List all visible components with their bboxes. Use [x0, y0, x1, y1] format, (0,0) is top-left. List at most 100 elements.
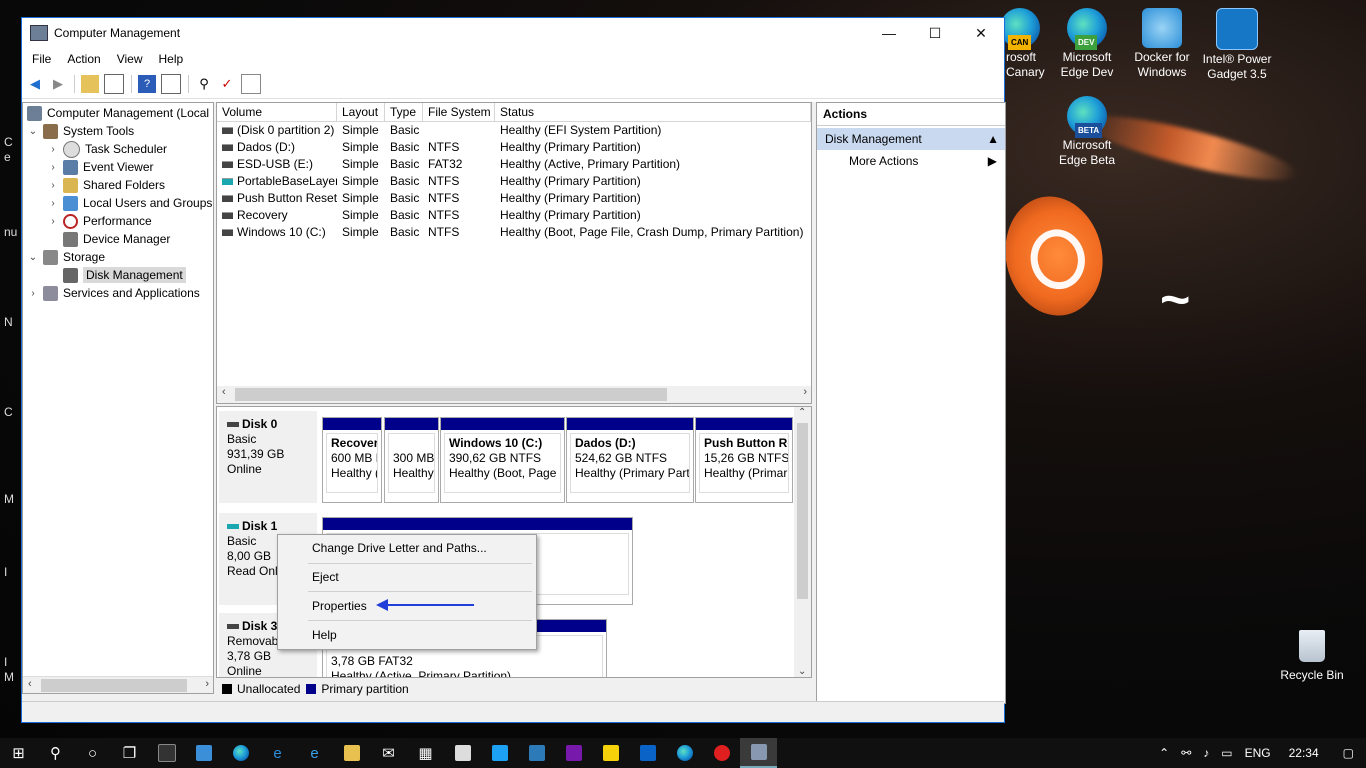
column-layout[interactable]: Layout — [337, 103, 385, 121]
tree-item-disk-management[interactable]: Disk Management — [63, 266, 186, 284]
maximize-button[interactable]: ☐ — [912, 18, 958, 48]
tree-item-performance[interactable]: › Performance — [47, 212, 152, 230]
up-folder-icon[interactable] — [81, 75, 99, 93]
scroll-left-icon[interactable]: ‹ — [222, 386, 226, 398]
tree-item-local-users[interactable]: › Local Users and Groups — [47, 194, 212, 212]
table-row[interactable]: ESD-USB (E:) Simple Basic FAT32 Healthy … — [217, 156, 811, 173]
tree-item-services[interactable]: › Services and Applications — [27, 284, 200, 302]
outlook-icon[interactable] — [629, 738, 666, 768]
back-icon[interactable]: ◀ — [26, 75, 44, 93]
desktop-icon-intel-power-gadget[interactable]: Intel® Power Gadget 3.5 — [1197, 8, 1277, 82]
calendar-icon[interactable]: ▦ — [407, 738, 444, 768]
show-hide-tree-icon[interactable] — [104, 74, 124, 94]
onenote-icon[interactable] — [555, 738, 592, 768]
column-file-system[interactable]: File System — [423, 103, 495, 121]
title-bar[interactable]: Computer Management — ☐ ✕ — [22, 18, 1004, 48]
table-row[interactable]: (Disk 0 partition 2) Simple Basic Health… — [217, 122, 811, 139]
tree-horizontal-scrollbar[interactable]: ‹ › — [23, 676, 213, 693]
disk-0-label[interactable]: Disk 0 Basic 931,39 GB Online — [219, 411, 317, 503]
scroll-thumb[interactable] — [235, 388, 667, 401]
connect-icon[interactable]: ⚲ — [195, 75, 213, 93]
menu-item-change-drive-letter[interactable]: Change Drive Letter and Paths... — [312, 541, 487, 555]
menu-view[interactable]: View — [109, 52, 151, 66]
chevron-right-icon[interactable]: › — [47, 198, 59, 209]
internet-explorer-icon[interactable]: e — [296, 738, 333, 768]
start-button[interactable]: ⊞ — [0, 738, 37, 768]
column-status[interactable]: Status — [495, 103, 811, 121]
scroll-thumb[interactable] — [797, 423, 808, 599]
chevron-right-icon[interactable]: › — [47, 180, 59, 191]
forward-icon[interactable]: ▶ — [49, 75, 67, 93]
menu-action[interactable]: Action — [59, 52, 108, 66]
edge-canary-taskbar-icon[interactable] — [222, 738, 259, 768]
partition-windows-c[interactable]: Windows 10 (C:) 390,62 GB NTFS Healthy (Bo… — [440, 417, 565, 503]
table-row[interactable]: Dados (D:) Simple Basic NTFS Healthy (Pr… — [217, 139, 811, 156]
scroll-right-icon[interactable]: › — [803, 386, 807, 398]
app-icon[interactable] — [185, 738, 222, 768]
menu-file[interactable]: File — [24, 52, 59, 66]
chevron-right-icon[interactable]: › — [47, 144, 59, 155]
menu-item-eject[interactable]: Eject — [312, 570, 339, 584]
network-icon[interactable]: ⚯ — [1175, 746, 1197, 760]
tree-item-system-tools[interactable]: ⌄ System Tools — [27, 122, 134, 140]
checklist-icon[interactable]: ✓ — [218, 75, 236, 93]
language-indicator[interactable]: ENG — [1239, 746, 1277, 760]
scroll-thumb[interactable] — [41, 679, 187, 692]
search-icon[interactable]: ⚲ — [37, 738, 74, 768]
chevron-right-icon[interactable]: › — [47, 216, 59, 227]
calculator-icon[interactable] — [518, 738, 555, 768]
notifications-icon[interactable]: ▢ — [1331, 746, 1366, 760]
table-row[interactable]: Push Button Reset Simple Basic NTFS Heal… — [217, 190, 811, 207]
edge-taskbar-icon[interactable]: e — [259, 738, 296, 768]
partition-efi[interactable]: 300 MB Healthy — [384, 417, 439, 503]
tree-item-shared-folders[interactable]: › Shared Folders — [47, 176, 165, 194]
task-view-icon[interactable]: ❐ — [111, 738, 148, 768]
sticky-notes-icon[interactable] — [592, 738, 629, 768]
chevron-right-icon[interactable]: › — [47, 162, 59, 173]
desktop-icon-edge-beta[interactable]: BETA Microsoft Edge Beta — [1047, 96, 1127, 168]
chevron-down-icon[interactable]: ⌄ — [27, 126, 39, 137]
scroll-left-icon[interactable]: ‹ — [28, 678, 32, 690]
tree-item-root[interactable]: Computer Management (Local — [27, 104, 209, 122]
cortana-icon[interactable]: ○ — [74, 738, 111, 768]
help-icon[interactable]: ? — [138, 75, 156, 93]
table-row[interactable]: Windows 10 (C:) Simple Basic NTFS Health… — [217, 224, 811, 241]
properties-icon[interactable] — [241, 74, 261, 94]
scroll-right-icon[interactable]: › — [205, 678, 209, 690]
column-type[interactable]: Type — [385, 103, 423, 121]
scroll-down-icon[interactable]: ⌄ — [798, 666, 806, 677]
desktop-icon-edge-dev[interactable]: DEV Microsoft Edge Dev — [1047, 8, 1127, 80]
file-explorer-icon[interactable] — [333, 738, 370, 768]
actions-section-disk-management[interactable]: Disk Management ▲ — [817, 128, 1005, 150]
chevron-down-icon[interactable]: ⌄ — [27, 252, 39, 263]
desktop-icon-recycle-bin[interactable]: Recycle Bin — [1276, 630, 1348, 682]
desktop-icon-docker[interactable]: Docker for Windows — [1122, 8, 1202, 80]
partition-dados-d[interactable]: Dados (D:) 524,62 GB NTFS Healthy (Primary… — [566, 417, 694, 503]
table-row[interactable]: PortableBaseLayer Simple Basic NTFS Heal… — [217, 173, 811, 190]
tree-item-task-scheduler[interactable]: › Task Scheduler — [47, 140, 167, 158]
table-row[interactable]: Recovery Simple Basic NTFS Healthy (Prim… — [217, 207, 811, 224]
column-volume[interactable]: Volume — [217, 103, 337, 121]
disk-view-vertical-scrollbar[interactable]: ⌃ ⌄ — [794, 407, 811, 677]
volume-icon[interactable]: ♪ — [1197, 746, 1215, 760]
menu-item-properties[interactable]: Properties — [312, 599, 367, 613]
action-pane-icon[interactable] — [161, 74, 181, 94]
tree-item-device-manager[interactable]: Device Manager — [63, 230, 170, 248]
close-button[interactable]: ✕ — [958, 18, 1004, 48]
clock[interactable]: 22:34 — [1277, 746, 1331, 760]
partition-recovery[interactable]: Recover600 MB NHealthy ( — [322, 417, 382, 503]
computer-management-taskbar-icon[interactable] — [740, 738, 777, 768]
chevron-right-icon[interactable]: › — [27, 288, 39, 299]
scroll-up-icon[interactable]: ⌃ — [798, 407, 806, 418]
store-icon[interactable] — [444, 738, 481, 768]
edge-dev-taskbar-icon[interactable] — [666, 738, 703, 768]
mail-icon[interactable]: ✉ — [370, 738, 407, 768]
more-actions-item[interactable]: More Actions ▶ — [817, 150, 1005, 172]
volume-horizontal-scrollbar[interactable]: ‹ › — [217, 386, 811, 403]
collapse-icon[interactable]: ▲ — [987, 128, 999, 150]
minimize-button[interactable]: — — [866, 18, 912, 48]
tree-item-event-viewer[interactable]: › Event Viewer — [47, 158, 153, 176]
chevron-up-icon[interactable]: ⌃ — [1153, 746, 1175, 760]
tree-item-storage[interactable]: ⌄ Storage — [27, 248, 105, 266]
media-icon[interactable] — [703, 738, 740, 768]
